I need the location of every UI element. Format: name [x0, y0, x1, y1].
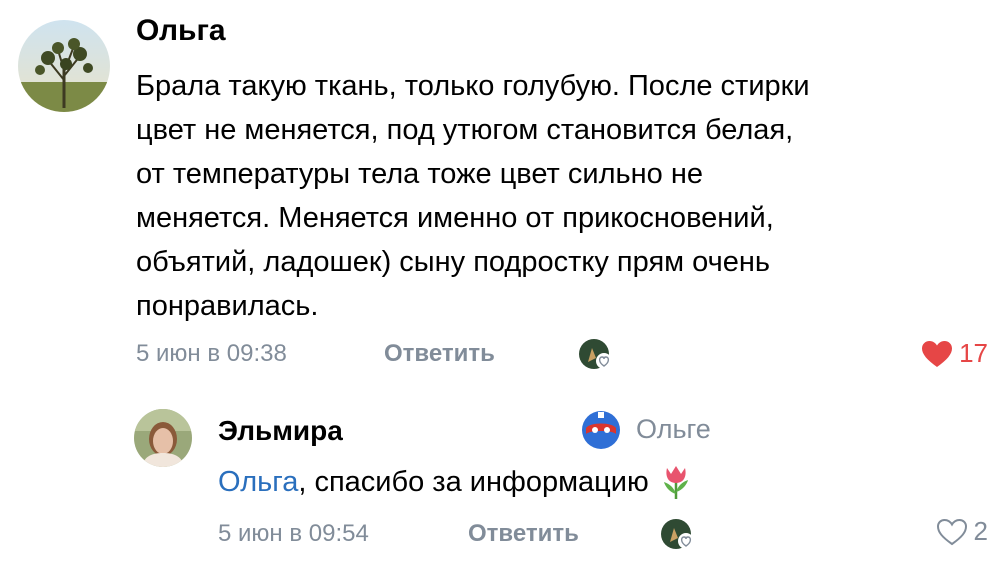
reply-button[interactable]: Ответить: [384, 340, 495, 368]
reply-timestamp[interactable]: 5 июн в 09:54: [218, 520, 369, 548]
like-button[interactable]: 17: [921, 338, 988, 369]
plant-avatar-icon: [18, 20, 110, 112]
reply-button[interactable]: Ответить: [468, 520, 579, 548]
comment-text-line: объятий, ладошек) сыну подростку прям оч…: [136, 246, 770, 278]
like-count: 2: [973, 516, 988, 546]
reply-author[interactable]: Эльмира: [218, 415, 343, 447]
heart-filled-icon: [922, 340, 953, 367]
liked-by-avatar[interactable]: [578, 336, 614, 372]
masked-hero-icon: [582, 411, 620, 449]
author-avatar[interactable]: [18, 20, 110, 112]
reply-to-name: Ольге: [636, 413, 711, 444]
heart-outline-icon: [936, 518, 967, 545]
reply-text-body: , спасибо за информацию: [298, 466, 649, 498]
comment-text-line: от температуры тела тоже цвет сильно не: [136, 158, 703, 190]
comment-text: Брала такую ткань, только голубую. После…: [136, 64, 966, 328]
liked-by-author-icon: [661, 519, 694, 549]
tulip-icon: [663, 466, 688, 499]
woman-avatar-icon: [134, 409, 192, 467]
reply-text: Ольга, спасибо за информацию: [218, 460, 693, 504]
comment-text-line: Брала такую ткань, только голубую. После…: [136, 70, 810, 102]
liked-by-author-icon: [579, 339, 612, 369]
liked-by-avatar[interactable]: [660, 516, 696, 552]
like-count: 17: [959, 338, 988, 368]
comment-text-line: цвет не меняется, под утюгом становится …: [136, 114, 794, 146]
comment-timestamp[interactable]: 5 июн в 09:38: [136, 340, 287, 368]
reply-author-avatar[interactable]: [134, 409, 192, 467]
comment-author[interactable]: Ольга: [136, 14, 226, 48]
reply-to[interactable]: Ольге: [580, 408, 711, 450]
mention-link[interactable]: Ольга: [218, 460, 298, 504]
like-button[interactable]: 2: [936, 516, 988, 547]
comment-text-line: понравилась.: [136, 290, 319, 322]
comment-text-line: меняется. Меняется именно от прикосновен…: [136, 202, 774, 234]
